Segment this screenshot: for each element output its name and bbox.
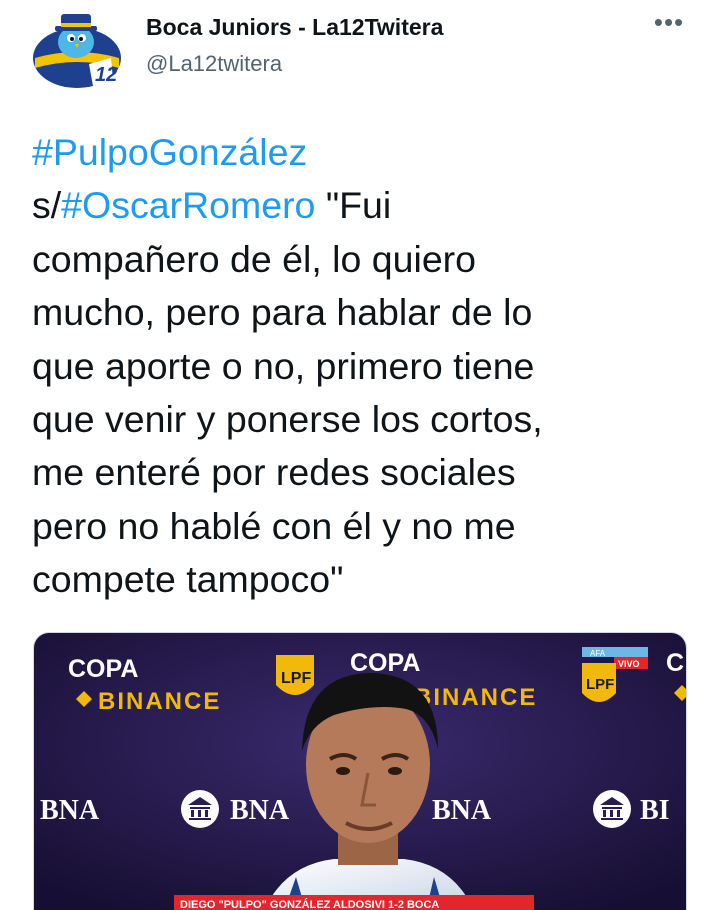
svg-text:LPF: LPF bbox=[281, 670, 311, 687]
lpf-badge-1: LPF bbox=[276, 655, 314, 695]
tweet-text-line: me enteré por redes sociales bbox=[32, 446, 702, 499]
tweet-media[interactable]: COPA BINANCE LPF COPA BINANCE AFA VIVO L… bbox=[33, 632, 687, 910]
avatar-badge-text: 12 bbox=[95, 64, 117, 86]
copa-label-1: COPA bbox=[68, 655, 138, 683]
bna-label-1: BNA bbox=[40, 795, 100, 826]
media-image: COPA BINANCE LPF COPA BINANCE AFA VIVO L… bbox=[34, 633, 686, 910]
svg-text:AFA: AFA bbox=[590, 649, 606, 658]
display-name[interactable]: Boca Juniors - La12Twitera bbox=[146, 14, 443, 41]
lower-third-text: DIEGO "PULPO" GONZÁLEZ ALDOSIVI 1-2 BOCA bbox=[180, 898, 439, 910]
tweet-text-segment: "Fui bbox=[315, 184, 392, 227]
avatar[interactable]: 12 bbox=[31, 6, 123, 92]
bna-label-3: BNA bbox=[432, 795, 492, 826]
tweet-text-line: #PulpoGonzález bbox=[32, 126, 702, 179]
tweet-text-segment: mucho, pero para hablar de lo bbox=[32, 291, 533, 334]
hashtag-link[interactable]: #OscarRomero bbox=[61, 184, 315, 226]
tweet-text-line: compañero de él, lo quiero bbox=[32, 233, 702, 286]
bna-label-4: BI bbox=[640, 795, 670, 826]
copa-label-2: COPA bbox=[350, 649, 420, 677]
tweet-text-line: que venir y ponerse los cortos, bbox=[32, 393, 702, 446]
tweet-text-line: s/#OscarRomero "Fui bbox=[32, 179, 702, 232]
tweet-text-line: que aporte o no, primero tiene bbox=[32, 340, 702, 393]
tweet-text-segment: que aporte o no, primero tiene bbox=[32, 344, 535, 387]
hashtag-link[interactable]: #PulpoGonzález bbox=[32, 131, 307, 173]
tweet-text-line: pero no hablé con él y no me bbox=[32, 500, 702, 553]
tweet-text-segment: compete tampoco" bbox=[32, 558, 344, 601]
live-badge: VIVO bbox=[618, 659, 640, 669]
tweet-text: #PulpoGonzález s/#OscarRomero "Fui compañe… bbox=[32, 126, 702, 607]
binance-label-2: BINANCE bbox=[414, 684, 537, 711]
more-options-button[interactable]: ••• bbox=[652, 9, 686, 42]
copa-label-3: C bbox=[666, 649, 684, 677]
user-handle[interactable]: @La12twitera bbox=[146, 51, 282, 77]
tweet-text-segment: s/ bbox=[32, 184, 62, 227]
more-horizontal-icon: ••• bbox=[653, 7, 685, 37]
tweet-text-line: compete tampoco" bbox=[32, 553, 702, 606]
svg-text:LPF: LPF bbox=[586, 676, 614, 693]
la12-logo-icon: 12 bbox=[33, 14, 121, 88]
tweet-text-segment: que venir y ponerse los cortos, bbox=[32, 398, 543, 441]
binance-label-1: BINANCE bbox=[98, 688, 221, 715]
tweet-text-line: mucho, pero para hablar de lo bbox=[32, 286, 702, 339]
tweet-text-segment: me enteré por redes sociales bbox=[32, 451, 516, 494]
tweet-text-segment: compañero de él, lo quiero bbox=[32, 237, 477, 280]
tweet-text-segment: pero no hablé con él y no me bbox=[32, 504, 516, 547]
tweet-header: 12 Boca Juniors - La12Twitera @La12twite… bbox=[0, 0, 719, 100]
bna-label-2: BNA bbox=[230, 795, 290, 826]
